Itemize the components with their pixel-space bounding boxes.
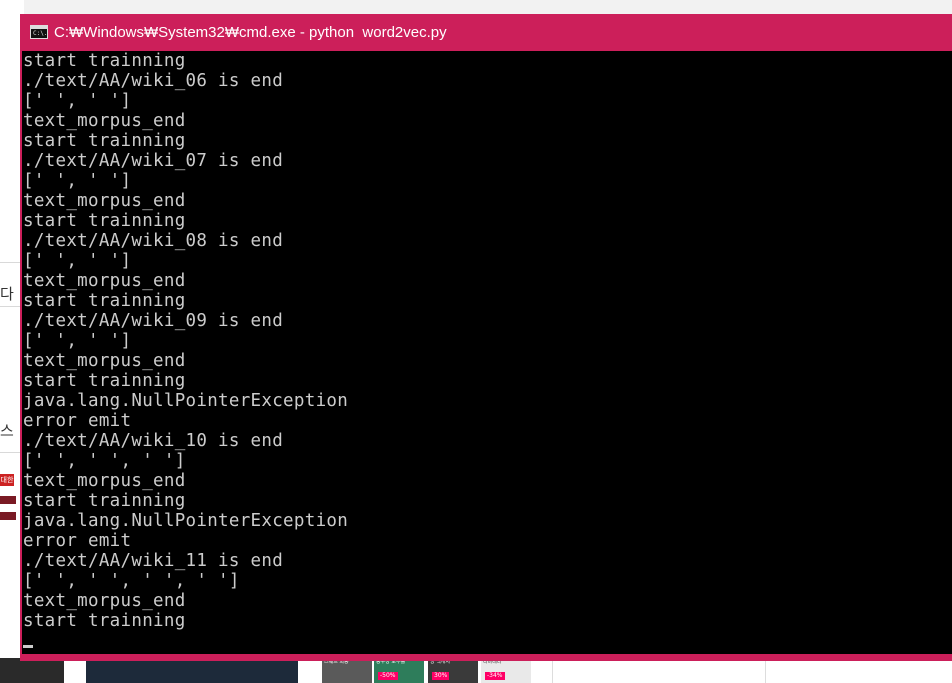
background-glyph: 스 bbox=[0, 422, 14, 440]
terminal-line: [' ', ' ', ' '] bbox=[23, 451, 186, 471]
terminal-line: [' ', ' '] bbox=[23, 331, 132, 351]
terminal-line: start trainning bbox=[23, 611, 186, 631]
terminal-output[interactable]: start trainning ./text/AA/wiki_06 is end… bbox=[22, 51, 952, 654]
window-title: C:₩Windows₩System32₩cmd.exe - python wor… bbox=[54, 23, 447, 41]
terminal-line: start trainning bbox=[23, 291, 186, 311]
terminal-line: error emit bbox=[23, 531, 132, 551]
terminal-line: text_morpus_end bbox=[23, 351, 186, 371]
terminal-line: error emit bbox=[23, 411, 132, 431]
terminal-line: ./text/AA/wiki_10 is end bbox=[23, 431, 284, 451]
background-ad-thumb: 망 백개시 30% bbox=[428, 658, 478, 683]
background-bar bbox=[0, 496, 16, 504]
cmd-console-icon[interactable]: C:\. bbox=[30, 25, 48, 39]
terminal-line: java.lang.NullPointerException bbox=[23, 511, 349, 531]
background-image-strip bbox=[86, 658, 298, 683]
terminal-line: text_morpus_end bbox=[23, 471, 186, 491]
background-ad-thumb: 리바래터 -34% bbox=[481, 658, 531, 683]
background-tag: 대한 bbox=[0, 474, 14, 486]
terminal-line: text_morpus_end bbox=[23, 191, 186, 211]
terminal-line: start trainning bbox=[23, 51, 186, 71]
divider bbox=[765, 658, 766, 683]
title-bar[interactable]: C:\. C:₩Windows₩System32₩cmd.exe - pytho… bbox=[20, 14, 952, 50]
background-dark-panel bbox=[0, 658, 64, 683]
divider bbox=[552, 658, 553, 683]
background-ad-thumb: 농구장 토투를 -50% bbox=[374, 658, 424, 683]
console-window[interactable]: C:\. C:₩Windows₩System32₩cmd.exe - pytho… bbox=[20, 14, 952, 661]
terminal-line: ./text/AA/wiki_09 is end bbox=[23, 311, 284, 331]
terminal-line: start trainning bbox=[23, 371, 186, 391]
background-page-bottom: 스웨드 회동 농구장 토투를 -50% 망 백개시 30% 리바래터 -34% bbox=[0, 658, 952, 683]
ad-badge: 30% bbox=[432, 672, 450, 680]
ad-badge: -50% bbox=[378, 672, 398, 680]
terminal-line: text_morpus_end bbox=[23, 591, 186, 611]
terminal-line: ./text/AA/wiki_08 is end bbox=[23, 231, 284, 251]
terminal-line: ./text/AA/wiki_06 is end bbox=[23, 71, 284, 91]
text-cursor bbox=[23, 645, 33, 648]
background-bar bbox=[0, 512, 16, 520]
background-glyph: 다 bbox=[0, 285, 14, 303]
terminal-lines: start trainning ./text/AA/wiki_06 is end… bbox=[22, 51, 952, 631]
terminal-line: [' ', ' '] bbox=[23, 171, 132, 191]
terminal-line: [' ', ' '] bbox=[23, 251, 132, 271]
terminal-line: ./text/AA/wiki_07 is end bbox=[23, 151, 284, 171]
terminal-line: text_morpus_end bbox=[23, 111, 186, 131]
terminal-line: java.lang.NullPointerException bbox=[23, 391, 349, 411]
terminal-line: [' ', ' '] bbox=[23, 91, 132, 111]
ad-badge: -34% bbox=[485, 672, 505, 680]
terminal-line: [' ', ' ', ' ', ' '] bbox=[23, 571, 240, 591]
terminal-line: text_morpus_end bbox=[23, 271, 186, 291]
terminal-line: start trainning bbox=[23, 491, 186, 511]
cmd-icon-text: C:\. bbox=[33, 30, 48, 37]
background-ad-thumb: 스웨드 회동 bbox=[322, 658, 372, 683]
terminal-line: start trainning bbox=[23, 131, 186, 151]
terminal-line: ./text/AA/wiki_11 is end bbox=[23, 551, 284, 571]
terminal-line: start trainning bbox=[23, 211, 186, 231]
